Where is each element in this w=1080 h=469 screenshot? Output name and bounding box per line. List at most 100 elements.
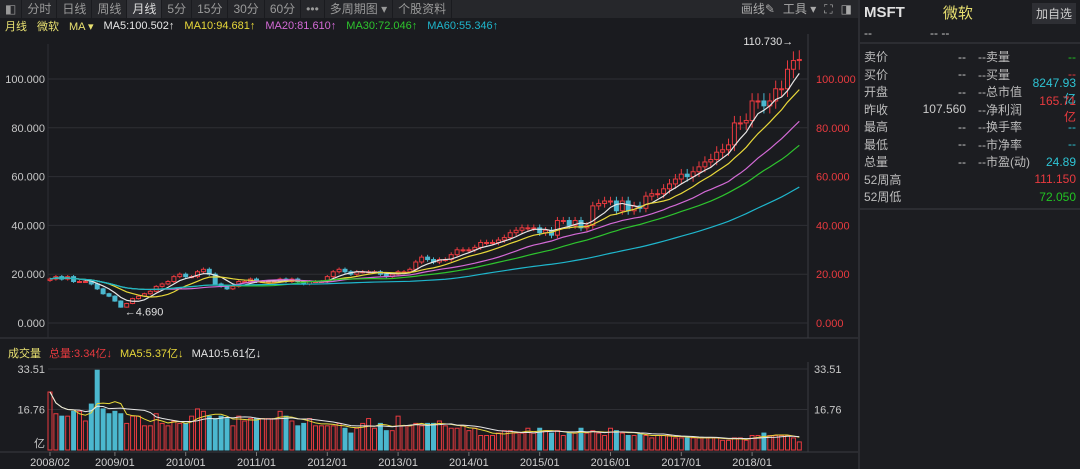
volume-bar <box>124 422 130 451</box>
candle-up <box>655 193 661 196</box>
quote-row: 卖价 -- --卖量 -- <box>860 48 1080 66</box>
tab-7[interactable]: 60分 <box>265 0 302 18</box>
candle-up <box>136 295 141 300</box>
candle-up <box>602 200 608 204</box>
quote-label-2: --买量 <box>978 67 1010 82</box>
candle-down <box>94 283 100 290</box>
volume-bar <box>189 415 195 451</box>
ma-select[interactable]: MA ▾ <box>69 20 93 33</box>
volume-bar <box>773 434 779 451</box>
volume-bar <box>466 430 472 451</box>
chart-header: 月线 微软 MA ▾ MA5:100.502↑ MA10:94.681↑ MA2… <box>0 18 858 34</box>
volume-bar <box>472 427 478 451</box>
x-tick-label: 2013/01 <box>378 457 418 469</box>
quote-label: 开盘 <box>864 85 889 100</box>
y-tick-label-left: 80.000 <box>11 123 45 135</box>
tab-1[interactable]: 日线 <box>57 0 93 18</box>
volume-bar <box>395 415 401 451</box>
add-watchlist-button[interactable]: 加自选 <box>1031 3 1076 24</box>
quote-value: 107.560 <box>922 102 966 117</box>
quote-panel: MSFT 微软 加自选 -- -- -- 卖价 -- --卖量 -- 买价 -- --买量 -… <box>858 0 1080 469</box>
candle-up <box>702 161 708 168</box>
tab-0[interactable]: 分时 <box>22 0 58 18</box>
symbol: MSFT <box>864 3 905 21</box>
volume-tick-label: 33.51 <box>17 364 45 376</box>
volume-bar <box>419 425 425 451</box>
candle-down <box>549 229 554 236</box>
candle-up <box>324 276 330 283</box>
volume-bar <box>360 422 366 451</box>
volume-bar <box>277 410 283 451</box>
candle-up <box>726 144 731 151</box>
candle-up <box>354 271 360 275</box>
volume-bar <box>596 432 602 451</box>
tab-5[interactable]: 15分 <box>192 0 229 18</box>
tab-9[interactable]: 多周期图 ▾ <box>325 0 394 18</box>
quote-value-2: -- <box>1068 119 1076 134</box>
volume-bar <box>171 420 177 451</box>
quote-label: 52周高 <box>864 172 902 187</box>
layout-icon[interactable]: ◧ <box>0 0 23 18</box>
volume-bar <box>478 434 484 451</box>
volume-bar <box>726 439 731 451</box>
tab-4[interactable]: 5分 <box>162 0 193 18</box>
volume-bar <box>307 418 313 451</box>
volume-bar <box>608 427 613 451</box>
candle-up <box>413 261 419 270</box>
volume-bar <box>183 422 189 451</box>
draw-button[interactable]: 画线✎ <box>741 0 775 18</box>
x-tick-label: 2012/01 <box>307 457 347 469</box>
volume-bar <box>372 427 377 451</box>
volume-bar <box>259 418 265 451</box>
y-tick-label-left: 20.000 <box>11 269 45 281</box>
volume-bar <box>684 437 690 451</box>
y-tick-label-right: 100.000 <box>816 74 856 86</box>
candle-up <box>790 60 796 70</box>
volume-bar <box>690 437 696 451</box>
volume-bar <box>519 432 525 451</box>
volume-bar <box>578 427 584 451</box>
candle-up <box>678 173 684 180</box>
candle-up <box>590 205 596 226</box>
candle-up <box>436 259 442 263</box>
tools-button[interactable]: 工具 ▾ <box>783 0 816 18</box>
volume-bar <box>136 415 141 451</box>
quote-label: 52周低 <box>864 190 902 205</box>
volume-bar <box>271 418 277 451</box>
quote-value: -- <box>958 49 966 64</box>
volume-bar <box>731 437 737 451</box>
stock-name: 微软 <box>37 21 59 33</box>
volume-bar <box>82 420 88 451</box>
candle-up <box>661 188 667 195</box>
tab-2[interactable]: 周线 <box>92 0 128 18</box>
tab-10[interactable]: 个股资料 <box>393 0 453 18</box>
quote-row: 最低 -- --市净率 -- <box>860 136 1080 154</box>
volume-bar <box>661 434 667 451</box>
candle-up <box>159 283 165 287</box>
volume-bar <box>749 434 755 451</box>
tab-6[interactable]: 30分 <box>228 0 265 18</box>
candle-up <box>389 273 395 278</box>
panel-toggle-icon[interactable]: ◨ <box>841 0 852 18</box>
candle-up <box>796 58 802 62</box>
tab-3[interactable]: 月线 <box>127 0 163 18</box>
candlestick-chart[interactable]: 0.000 0.000 20.000 20.000 40.000 40.000 60.000… <box>0 0 858 469</box>
tab-8[interactable]: ••• <box>301 0 325 18</box>
candle-down <box>100 288 106 295</box>
candle-up <box>531 227 537 230</box>
candle-up <box>395 271 401 275</box>
volume-bar <box>88 403 94 451</box>
candle-down <box>637 205 643 209</box>
quote-value: -- <box>958 154 966 169</box>
volume-bar <box>348 432 354 451</box>
quote-label-2: --换手率 <box>978 120 1022 135</box>
volume-bar <box>366 418 372 451</box>
volume-bar <box>313 425 318 451</box>
volume-bar <box>53 413 59 451</box>
volume-bar <box>301 422 307 451</box>
quote-label-2: --卖量 <box>978 50 1010 65</box>
candle-up <box>407 268 413 273</box>
volume-bar <box>667 434 672 451</box>
fullscreen-icon[interactable]: ⛶ <box>824 0 832 18</box>
candle-up <box>543 229 549 234</box>
